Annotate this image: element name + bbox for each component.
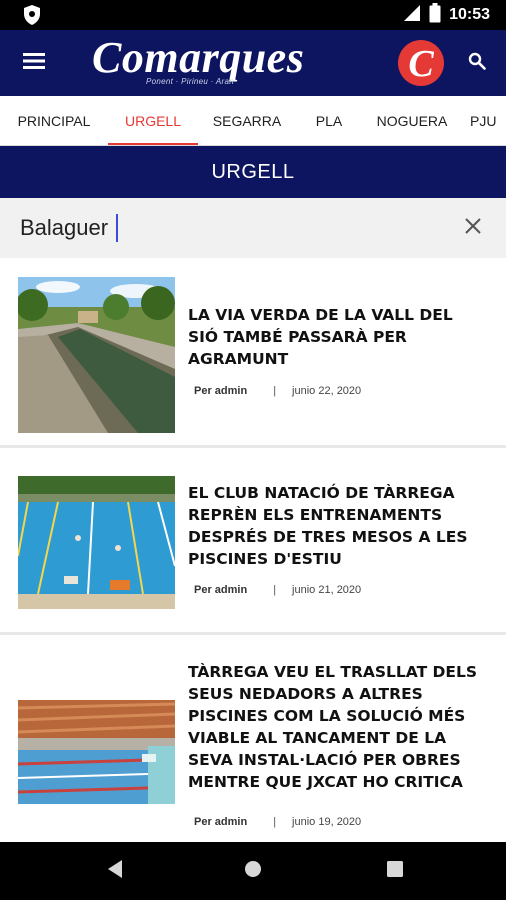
article-date: junio 19, 2020	[292, 816, 362, 828]
app-logo: Comarques Ponent · Pirineu · Aran	[92, 32, 362, 94]
search-input[interactable]	[0, 198, 440, 258]
article-meta: Per admin | junio 21, 2020	[194, 584, 361, 596]
article-author: Per admin	[194, 584, 248, 596]
home-icon	[243, 859, 263, 884]
region-tabs: PRINCIPAL URGELL SEGARRA PLA NOGUERA PJU	[0, 96, 506, 146]
article-meta: Per admin | junio 19, 2020	[194, 816, 361, 828]
tab-pju[interactable]: PJU	[470, 96, 506, 145]
article-list: LA VIA VERDA DE LA VALL DEL SIÓ TAMBÉ PA…	[0, 258, 506, 842]
back-button[interactable]	[103, 859, 127, 883]
article-thumbnail[interactable]	[18, 277, 175, 433]
status-bar: 10:53	[0, 0, 506, 30]
recents-button[interactable]	[383, 859, 407, 883]
clock: 10:53	[449, 6, 490, 23]
search-button[interactable]	[462, 48, 492, 78]
article-headline[interactable]: TÀRREGA VEU EL TRASLLAT DELS SEUS NEDADO…	[188, 661, 478, 793]
indoor-pool-photo	[18, 700, 175, 804]
search-bar	[0, 198, 506, 258]
tab-urgell[interactable]: URGELL	[108, 96, 198, 145]
article-headline[interactable]: EL CLUB NATACIÓ DE TÀRREGA REPRÈN ELS EN…	[188, 482, 478, 570]
app-bar: Comarques Ponent · Pirineu · Aran C	[0, 30, 506, 96]
home-button[interactable]	[241, 859, 265, 883]
battery-icon	[429, 2, 441, 28]
system-nav-bar	[0, 842, 506, 900]
tab-pla[interactable]: PLA	[296, 96, 362, 145]
text-cursor	[116, 214, 118, 242]
brand-badge: C	[397, 39, 445, 87]
tab-principal[interactable]: PRINCIPAL	[0, 96, 108, 145]
article-author: Per admin	[194, 385, 248, 397]
recents-icon	[386, 860, 404, 883]
canal-photo	[18, 277, 175, 433]
signal-icon	[403, 4, 421, 27]
section-title: URGELL	[0, 146, 506, 198]
menu-button[interactable]	[14, 45, 54, 81]
article-date: junio 22, 2020	[292, 385, 362, 397]
meta-separator: |	[273, 584, 277, 596]
tab-noguera[interactable]: NOGUERA	[362, 96, 462, 145]
article-card[interactable]: LA VIA VERDA DE LA VALL DEL SIÓ TAMBÉ PA…	[0, 258, 506, 448]
logo-subtitle: Ponent · Pirineu · Aran	[146, 77, 234, 86]
article-date: junio 21, 2020	[292, 584, 362, 596]
article-card[interactable]: EL CLUB NATACIÓ DE TÀRREGA REPRÈN ELS EN…	[0, 448, 506, 635]
article-card[interactable]: TÀRREGA VEU EL TRASLLAT DELS SEUS NEDADO…	[0, 635, 506, 842]
tab-label: NOGUERA	[376, 113, 448, 129]
article-headline[interactable]: LA VIA VERDA DE LA VALL DEL SIÓ TAMBÉ PA…	[188, 304, 478, 370]
back-icon	[106, 859, 124, 884]
meta-separator: |	[273, 816, 277, 828]
article-thumbnail[interactable]	[18, 700, 175, 804]
tab-label: PJU	[470, 113, 497, 129]
menu-icon	[23, 52, 45, 75]
article-thumbnail[interactable]	[18, 476, 175, 609]
clear-search-button[interactable]	[458, 213, 488, 243]
article-meta: Per admin | junio 22, 2020	[194, 385, 361, 397]
tab-segarra[interactable]: SEGARRA	[198, 96, 296, 145]
outdoor-pool-photo	[18, 476, 175, 609]
tab-label: SEGARRA	[212, 113, 282, 129]
meta-separator: |	[273, 385, 277, 397]
close-icon	[464, 217, 482, 240]
tab-label: PRINCIPAL	[17, 113, 91, 129]
tab-label: URGELL	[124, 113, 182, 129]
tab-label: PLA	[315, 113, 343, 129]
shield-icon	[22, 4, 42, 31]
brand-letter: C	[408, 43, 434, 85]
logo-title: Comarques	[92, 33, 305, 82]
article-author: Per admin	[194, 816, 248, 828]
search-icon	[468, 52, 486, 75]
